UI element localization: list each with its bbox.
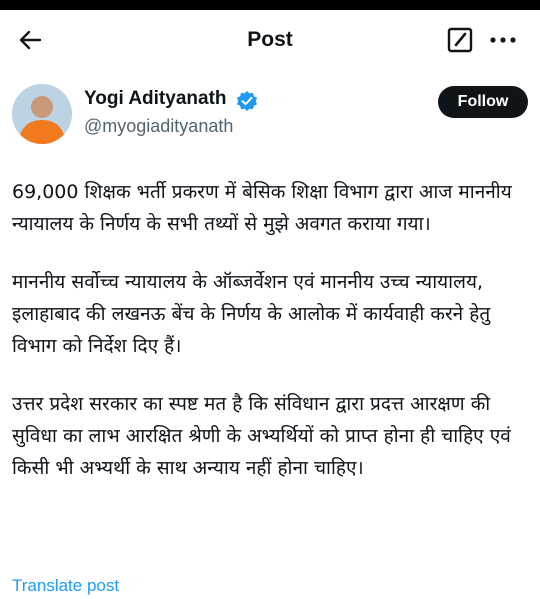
post-text: 69,000 शिक्षक भर्ती प्रकरण में बेसिक शिक…	[12, 176, 522, 510]
author-name[interactable]: Yogi Adityanath	[84, 88, 227, 110]
post-paragraph: उत्तर प्रदेश सरकार का स्पष्ट मत है कि सं…	[12, 393, 511, 479]
author-header: Yogi Adityanath @myogiadityanath Follow	[0, 76, 540, 156]
avatar[interactable]	[12, 84, 72, 144]
avatar-image	[12, 84, 72, 144]
verified-badge-icon	[237, 91, 257, 111]
follow-button[interactable]: Follow	[438, 86, 528, 118]
more-options-icon[interactable]	[488, 26, 518, 54]
translate-post-link[interactable]: Translate post	[12, 576, 119, 596]
post-paragraph: माननीय सर्वोच्च न्यायालय के ऑब्जर्वेशन ए…	[12, 271, 491, 357]
edit-icon[interactable]	[446, 26, 474, 54]
top-bar: Post	[0, 10, 540, 68]
author-handle[interactable]: @myogiadityanath	[84, 116, 233, 137]
post-paragraph: 69,000 शिक्षक भर्ती प्रकरण में बेसिक शिक…	[12, 181, 512, 235]
status-bar	[0, 0, 540, 10]
